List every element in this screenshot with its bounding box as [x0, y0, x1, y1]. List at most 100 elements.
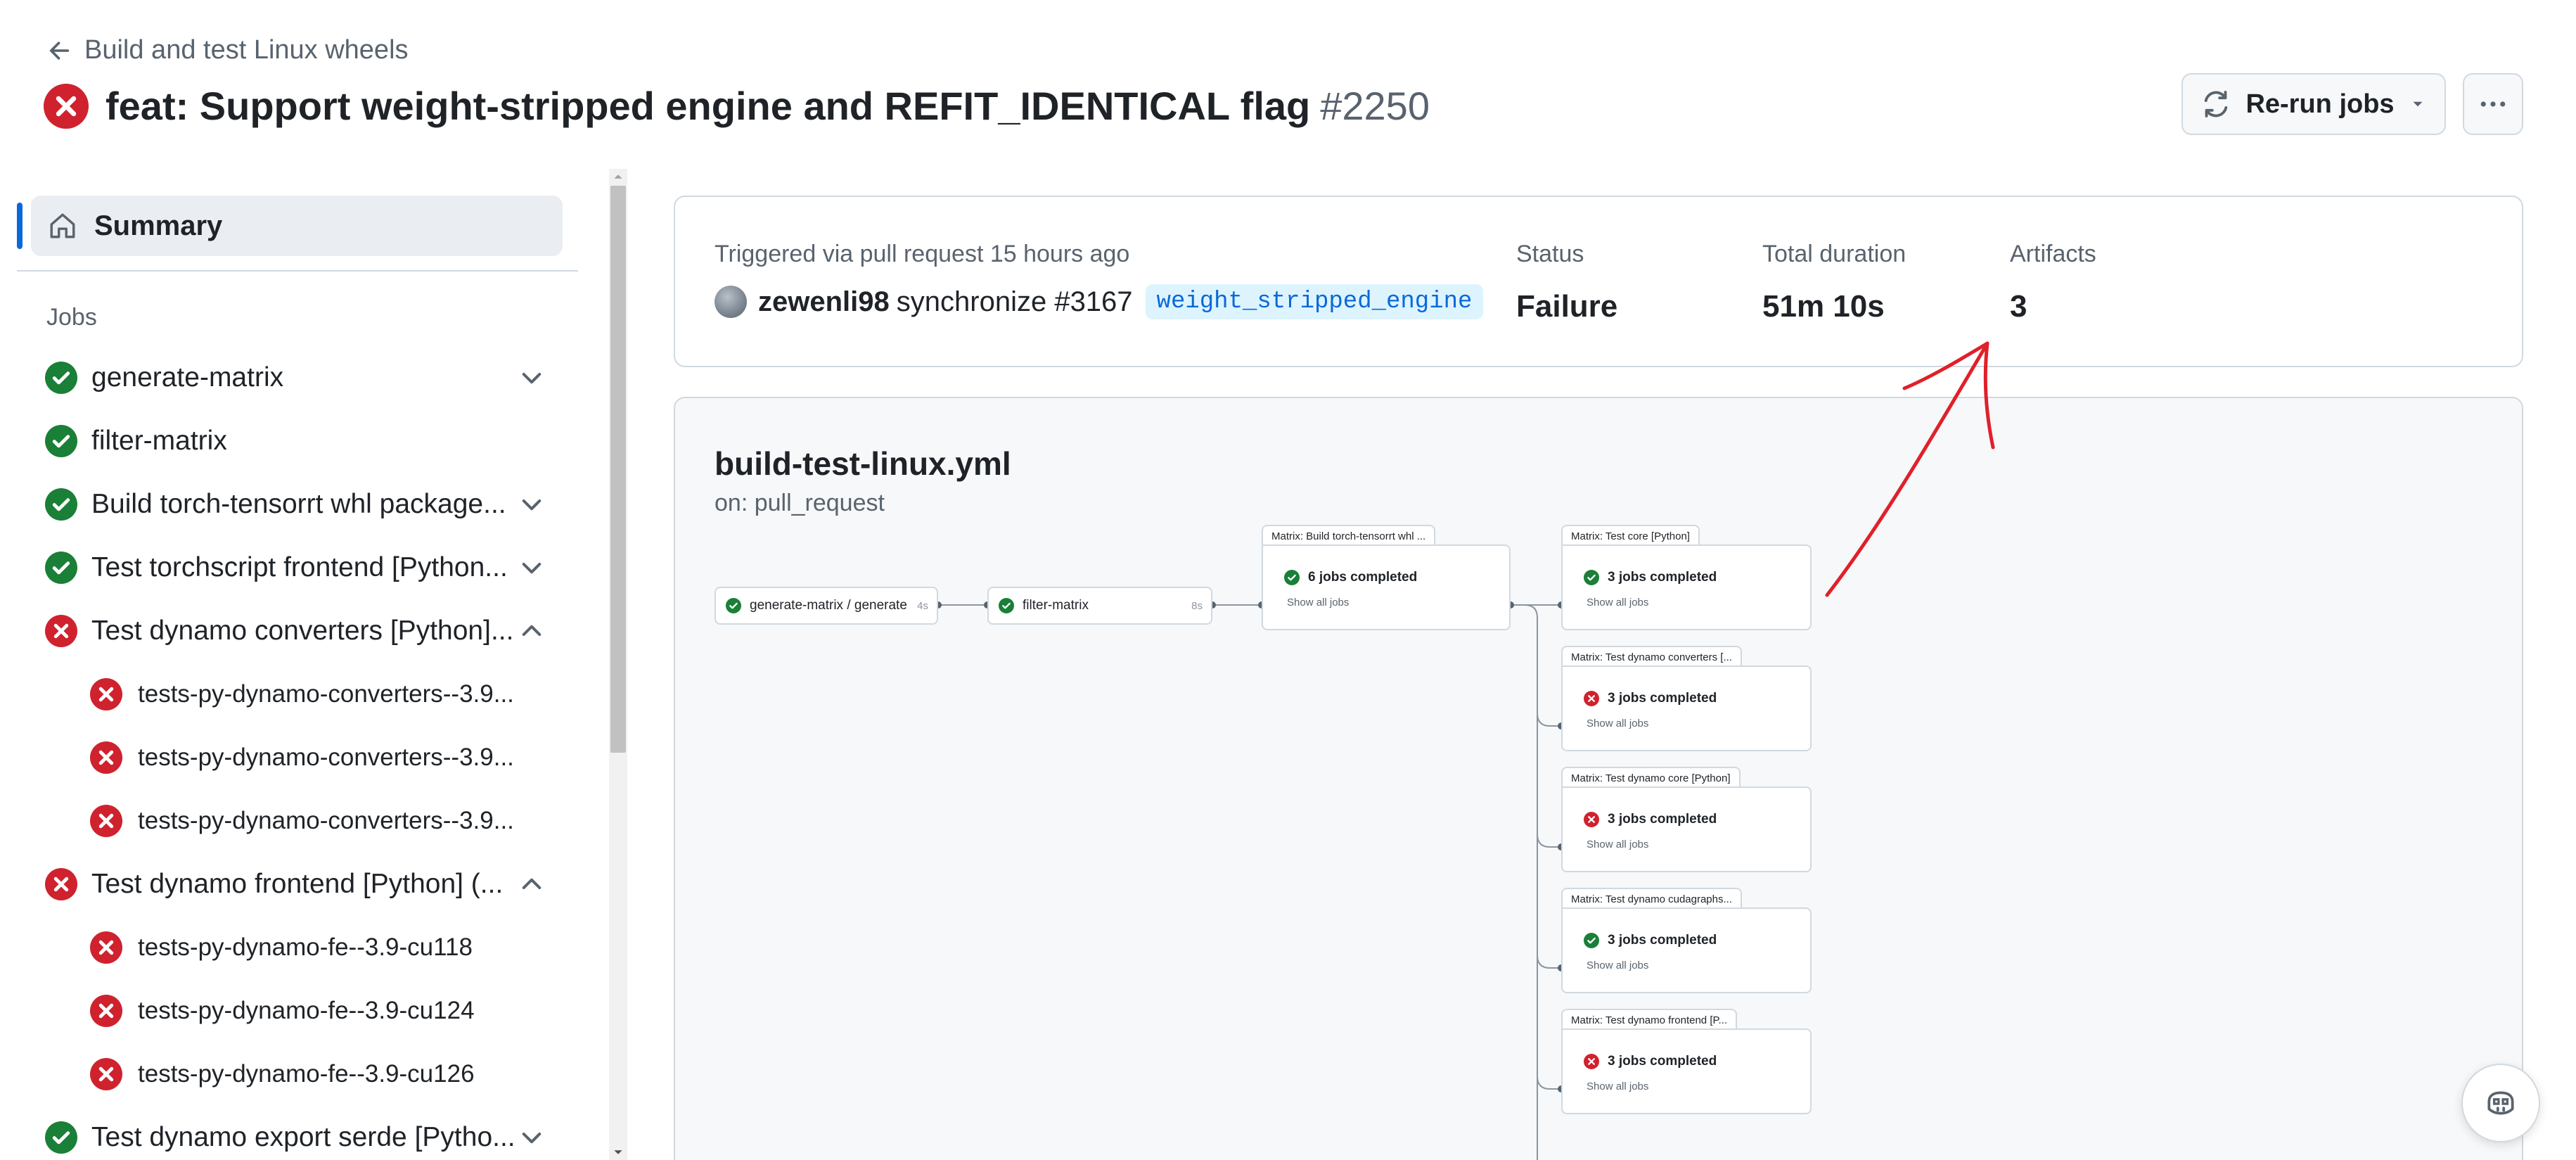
branch-badge[interactable]: weight_stripped_engine: [1145, 284, 1484, 319]
matrix-job-node[interactable]: 3 jobs completed Show all jobs: [1561, 907, 1812, 993]
matrix-summary-row: 3 jobs completed: [1584, 933, 1717, 948]
scroll-up-icon[interactable]: [613, 172, 623, 181]
sidebar-job-item[interactable]: Test dynamo export serde [Pytho...: [0, 1106, 577, 1160]
chevron-down-icon[interactable]: [518, 1123, 546, 1152]
sidebar-job-label: tests-py-dynamo-fe--3.9-cu118: [138, 933, 473, 961]
sidebar-job-label: Test dynamo export serde [Pytho...: [91, 1122, 515, 1152]
scroll-down-icon[interactable]: [613, 1147, 623, 1157]
failure-x-icon: [90, 678, 122, 710]
failure-x-icon: [1584, 691, 1599, 706]
run-summary-card: Triggered via pull request 15 hours ago …: [674, 196, 2523, 367]
sidebar-scrollbar[interactable]: [609, 169, 627, 1160]
success-check-icon: [1584, 570, 1599, 585]
job-node-label: filter-matrix: [1023, 598, 1089, 613]
status-stat: Status Failure: [1516, 241, 1617, 324]
failure-x-icon: [90, 931, 122, 964]
sidebar-item-label: Summary: [94, 210, 223, 241]
job-node-label: generate-matrix / generate: [750, 598, 907, 613]
matrix-title-tab: Matrix: Test dynamo converters [...: [1561, 646, 1742, 667]
sidebar-job-label: Test torchscript frontend [Python...: [91, 552, 508, 582]
sidebar-job-item[interactable]: filter-matrix: [0, 409, 577, 473]
sidebar-job-item[interactable]: Test torchscript frontend [Python...: [0, 536, 577, 599]
pr-action[interactable]: synchronize #3167: [897, 286, 1133, 318]
sidebar-subjob-item[interactable]: tests-py-dynamo-fe--3.9-cu118: [0, 916, 577, 979]
rerun-jobs-button[interactable]: Re-run jobs: [2181, 73, 2446, 135]
sidebar-job-label: Test dynamo frontend [Python] (...: [91, 869, 504, 899]
matrix-title-tab: Matrix: Test dynamo core [Python]: [1561, 767, 1741, 788]
sidebar-subjob-item[interactable]: tests-py-dynamo-converters--3.9...: [0, 789, 577, 853]
matrix-job-node[interactable]: 6 jobs completed Show all jobs: [1262, 544, 1511, 630]
chevron-down-icon[interactable]: [518, 364, 546, 392]
sidebar-job-item[interactable]: Test dynamo converters [Python]...: [0, 599, 577, 663]
matrix-job-node[interactable]: 3 jobs completed Show all jobs: [1561, 786, 1812, 872]
page-title-row: feat: Support weight-stripped engine and…: [44, 83, 1430, 129]
matrix-job-node[interactable]: 3 jobs completed Show all jobs: [1561, 665, 1812, 751]
failure-x-icon: [45, 868, 77, 900]
job-node-filter-matrix[interactable]: filter-matrix 8s: [987, 587, 1212, 625]
matrix-summary: 6 jobs completed: [1308, 570, 1418, 585]
chevron-down-icon[interactable]: [518, 490, 546, 518]
sidebar-job-item[interactable]: Build torch-tensorrt whl package...: [0, 473, 577, 536]
duration-value: 51m 10s: [1762, 289, 1885, 324]
matrix-job-node[interactable]: 3 jobs completed Show all jobs: [1561, 544, 1812, 630]
more-options-button[interactable]: [2463, 73, 2523, 135]
matrix-title-tab: Matrix: Test dynamo cudagraphs...: [1561, 888, 1742, 909]
home-icon: [50, 213, 75, 238]
success-check-icon: [45, 552, 77, 584]
status-label: Status: [1516, 241, 1584, 267]
chevron-down-icon[interactable]: [518, 554, 546, 582]
matrix-job-node[interactable]: 3 jobs completed Show all jobs: [1561, 1028, 1812, 1114]
copilot-icon: [2487, 1091, 2514, 1115]
artifacts-value[interactable]: 3: [2010, 289, 2096, 324]
sidebar-job-label: Test dynamo converters [Python]...: [91, 616, 514, 646]
trigger-text: Triggered via pull request 15 hours ago: [715, 241, 1130, 267]
failure-x-icon: [1584, 1054, 1599, 1069]
failure-status-icon: [44, 83, 89, 129]
user-link[interactable]: zewenli98: [758, 286, 890, 318]
chevron-up-icon[interactable]: [518, 870, 546, 898]
matrix-title-tab: Matrix: Build torch-tensorrt whl ...: [1262, 525, 1436, 546]
matrix-summary: 3 jobs completed: [1608, 812, 1717, 827]
sidebar-subjob-item[interactable]: tests-py-dynamo-converters--3.9...: [0, 663, 577, 726]
sidebar-subjob-item[interactable]: tests-py-dynamo-converters--3.9...: [0, 726, 577, 789]
matrix-summary-row: 6 jobs completed: [1284, 570, 1417, 585]
show-all-jobs-link[interactable]: Show all jobs: [1287, 597, 1349, 608]
show-all-jobs-link[interactable]: Show all jobs: [1587, 960, 1648, 971]
matrix-summary: 3 jobs completed: [1608, 933, 1717, 948]
show-all-jobs-link[interactable]: Show all jobs: [1587, 597, 1648, 608]
avatar[interactable]: [715, 286, 747, 318]
failure-x-icon: [90, 1058, 122, 1090]
show-all-jobs-link[interactable]: Show all jobs: [1587, 1081, 1648, 1092]
page-title: feat: Support weight-stripped engine and…: [105, 84, 1430, 128]
caret-down-icon: [2413, 101, 2423, 107]
success-check-icon: [726, 598, 741, 613]
sidebar-job-label: tests-py-dynamo-fe--3.9-cu124: [138, 997, 475, 1024]
success-check-icon: [1284, 570, 1300, 585]
copilot-button[interactable]: [2461, 1064, 2540, 1142]
trigger-details: zewenli98 synchronize #3167 weight_strip…: [715, 284, 1484, 319]
artifacts-label: Artifacts: [2010, 241, 2096, 267]
jobs-heading: Jobs: [46, 304, 97, 331]
sidebar-item-summary[interactable]: Summary: [31, 196, 563, 256]
sidebar-subjob-item[interactable]: tests-py-dynamo-fe--3.9-cu124: [0, 979, 577, 1043]
failure-x-icon: [1584, 812, 1599, 827]
failure-x-icon: [45, 615, 77, 647]
success-check-icon: [1584, 933, 1599, 948]
success-check-icon: [45, 425, 77, 457]
sidebar-job-label: tests-py-dynamo-fe--3.9-cu126: [138, 1060, 475, 1088]
job-node-generate-matrix[interactable]: generate-matrix / generate 4s: [715, 587, 938, 625]
duration-stat: Total duration 51m 10s: [1762, 241, 1906, 324]
success-check-icon: [45, 362, 77, 394]
back-link[interactable]: Build and test Linux wheels: [46, 35, 409, 65]
failure-x-icon: [90, 805, 122, 837]
sidebar-job-label: Build torch-tensorrt whl package...: [91, 489, 506, 519]
success-check-icon: [45, 488, 77, 521]
show-all-jobs-link[interactable]: Show all jobs: [1587, 718, 1648, 729]
failure-x-icon: [90, 995, 122, 1027]
chevron-up-icon[interactable]: [518, 617, 546, 645]
sidebar-subjob-item[interactable]: tests-py-dynamo-fe--3.9-cu126: [0, 1043, 577, 1106]
sidebar-job-item[interactable]: Test dynamo frontend [Python] (...: [0, 853, 577, 916]
scrollbar-thumb[interactable]: [610, 186, 626, 753]
show-all-jobs-link[interactable]: Show all jobs: [1587, 839, 1648, 850]
sidebar-job-item[interactable]: generate-matrix: [0, 346, 577, 409]
